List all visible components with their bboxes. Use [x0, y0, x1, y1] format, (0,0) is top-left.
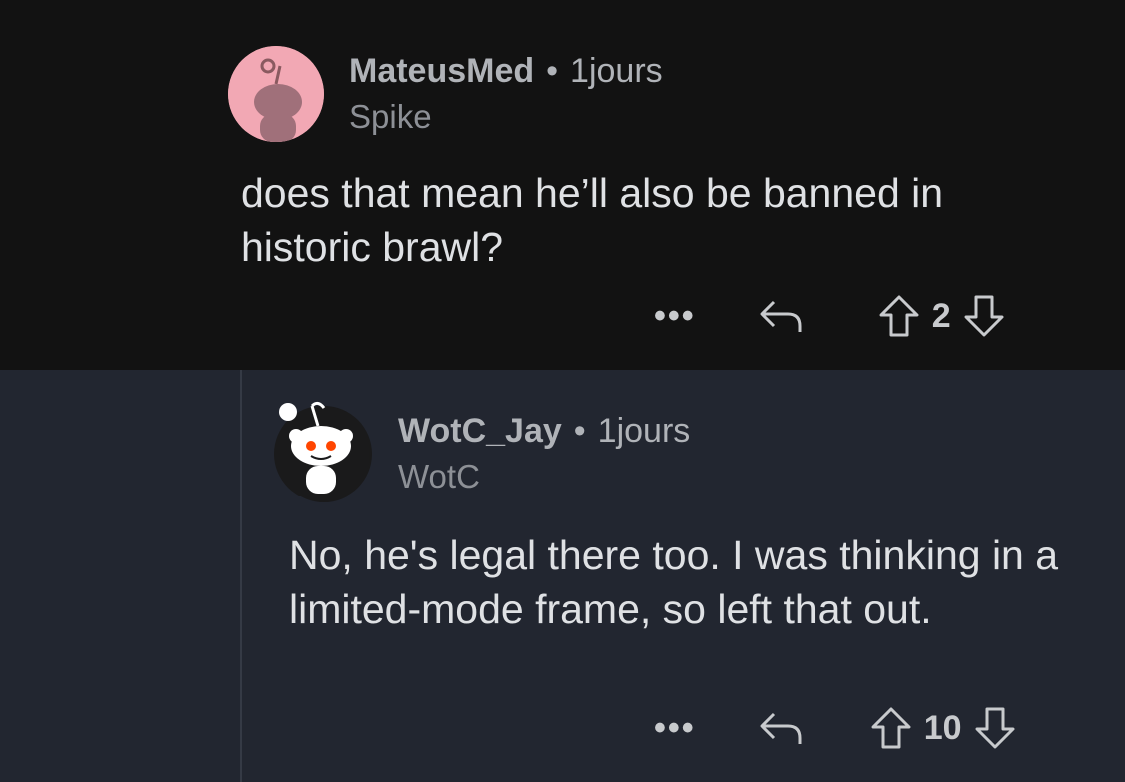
comment-wotc-jay: WotC_Jay • 1jours WotC No, he's legal ther…	[0, 370, 1125, 782]
vote-score: 2	[931, 296, 951, 335]
user-flair: WotC	[398, 458, 480, 495]
comment-meta: MateusMed • 1jours	[349, 52, 663, 91]
username[interactable]: WotC_Jay	[398, 412, 562, 450]
meta-separator: •	[546, 52, 559, 90]
meta-separator: •	[573, 412, 586, 450]
user-flair: Spike	[349, 98, 432, 135]
upvote-icon[interactable]	[878, 294, 920, 338]
reply-icon[interactable]	[758, 708, 804, 748]
snoo-avatar-icon[interactable]	[228, 46, 324, 142]
more-options-icon[interactable]: •••	[654, 709, 696, 748]
comment-mateusmed: MateusMed • 1jours Spike does that mean he…	[0, 0, 1125, 370]
comment-body: No, he's legal there too. I was thinking…	[289, 532, 1059, 632]
comment-body: does that mean he’ll also be banned in h…	[241, 170, 944, 270]
comment-age: 1jours	[570, 52, 663, 90]
downvote-icon[interactable]	[963, 294, 1005, 338]
comment-actions: ••• 10	[654, 706, 1016, 750]
more-options-icon[interactable]: •••	[654, 297, 696, 336]
username[interactable]: MateusMed	[349, 52, 534, 90]
upvote-icon[interactable]	[870, 706, 912, 750]
downvote-icon[interactable]	[974, 706, 1016, 750]
comment-actions: ••• 2	[654, 294, 1005, 338]
snoo-avatar-icon[interactable]	[274, 401, 372, 502]
thread-line-reply[interactable]	[240, 370, 242, 782]
vote-score: 10	[923, 708, 962, 747]
comment-meta: WotC_Jay • 1jours	[398, 412, 690, 451]
reply-icon[interactable]	[758, 296, 804, 336]
comment-age: 1jours	[597, 412, 691, 450]
